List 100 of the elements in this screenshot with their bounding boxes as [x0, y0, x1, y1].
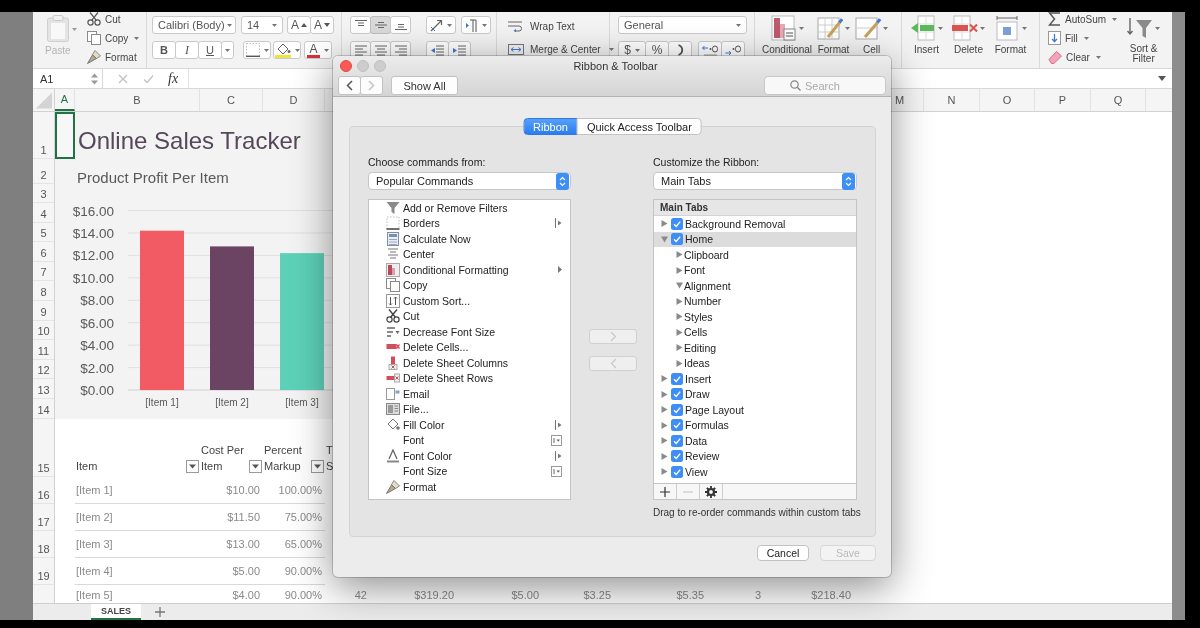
- show-all-button[interactable]: Show All: [391, 76, 458, 95]
- column-header[interactable]: B: [75, 89, 200, 111]
- tree-item[interactable]: Draw: [654, 386, 856, 402]
- row-header[interactable]: 2: [33, 159, 54, 184]
- command-item[interactable]: Center: [369, 246, 570, 262]
- vertical-align-button[interactable]: [390, 16, 411, 34]
- merge-center-button[interactable]: Merge & Center: [508, 42, 614, 56]
- command-item[interactable]: Font Color: [369, 448, 570, 464]
- row-header[interactable]: 11: [33, 340, 54, 360]
- triangle-right-icon[interactable]: [676, 328, 683, 336]
- triangle-right-icon[interactable]: [676, 297, 683, 305]
- row-header[interactable]: 19: [33, 557, 54, 585]
- row-header[interactable]: 8: [33, 281, 54, 301]
- checkbox[interactable]: [671, 217, 683, 230]
- autosum-button[interactable]: AutoSum: [1048, 12, 1118, 26]
- caret-icon[interactable]: [1158, 76, 1166, 81]
- insert-button[interactable]: Insert: [910, 15, 943, 68]
- column-header[interactable]: Q: [1091, 89, 1146, 111]
- tree-item[interactable]: Font: [654, 262, 856, 278]
- row-header[interactable]: 4: [33, 203, 54, 223]
- wrap-text-button[interactable]: Wrap Text: [508, 19, 575, 33]
- tree-item[interactable]: Formulas: [654, 417, 856, 433]
- triangle-right-icon[interactable]: [661, 390, 668, 398]
- commands-dropdown[interactable]: Popular Commands: [368, 172, 571, 190]
- row-header[interactable]: 10: [33, 320, 54, 341]
- cut-button[interactable]: Cut: [87, 12, 121, 26]
- triangle-right-icon[interactable]: [661, 406, 668, 414]
- clear-button[interactable]: Clear: [1048, 50, 1101, 64]
- selected-cell[interactable]: [55, 112, 75, 159]
- command-item[interactable]: Copy: [369, 277, 570, 293]
- underline-menu-button[interactable]: [221, 41, 234, 59]
- tree-item[interactable]: Background Removal: [654, 216, 856, 232]
- tree-item[interactable]: Clipboard: [654, 247, 856, 263]
- cancel-button[interactable]: Cancel: [757, 545, 809, 561]
- insert-function-button[interactable]: fx: [166, 70, 181, 87]
- filter-dropdown-icon[interactable]: [311, 460, 324, 473]
- shrink-font-button[interactable]: A: [310, 16, 334, 34]
- triangle-right-icon[interactable]: [676, 359, 683, 367]
- row-header[interactable]: 5: [33, 222, 54, 243]
- italic-button[interactable]: I: [175, 41, 199, 59]
- command-item[interactable]: Custom Sort...: [369, 293, 570, 309]
- filter-dropdown-icon[interactable]: [249, 460, 262, 473]
- triangle-right-icon[interactable]: [661, 468, 668, 476]
- search-field[interactable]: Search: [764, 76, 886, 95]
- column-header[interactable]: O: [980, 89, 1035, 111]
- underline-button[interactable]: U: [198, 41, 222, 59]
- row-header[interactable]: 7: [33, 261, 54, 282]
- row-header[interactable]: 13: [33, 379, 54, 399]
- triangle-right-icon[interactable]: [676, 251, 683, 259]
- command-item[interactable]: Email: [369, 386, 570, 402]
- checkbox[interactable]: [671, 465, 683, 478]
- bold-button[interactable]: B: [152, 41, 176, 59]
- command-item[interactable]: Font: [369, 432, 570, 448]
- checkbox[interactable]: [671, 419, 683, 432]
- command-item[interactable]: Cut: [369, 308, 570, 324]
- row-header[interactable]: 9: [33, 300, 54, 321]
- command-item[interactable]: Delete Sheet Columns: [369, 355, 570, 371]
- triangle-down-icon[interactable]: [661, 235, 668, 243]
- sort-filter-button[interactable]: Sort & Filter: [1127, 12, 1161, 68]
- cell-styles-button[interactable]: Cell: [855, 15, 889, 68]
- tree-item[interactable]: Home: [654, 231, 856, 247]
- fill-button[interactable]: Fill: [1048, 31, 1089, 45]
- checkmark-icon[interactable]: [143, 73, 154, 84]
- row-header[interactable]: 18: [33, 530, 54, 558]
- row-header[interactable]: 15: [33, 418, 54, 477]
- triangle-right-icon[interactable]: [661, 220, 668, 228]
- tree-item[interactable]: Review: [654, 448, 856, 464]
- tree-item[interactable]: Data: [654, 433, 856, 449]
- tree-item[interactable]: View: [654, 464, 856, 480]
- checkbox[interactable]: [671, 233, 683, 246]
- command-item[interactable]: Delete Sheet Rows: [369, 370, 570, 386]
- row-header[interactable]: 12: [33, 359, 54, 380]
- tree-item[interactable]: Alignment: [654, 278, 856, 294]
- tree-item[interactable]: Page Layout: [654, 402, 856, 418]
- triangle-right-icon[interactable]: [676, 266, 683, 274]
- triangle-down-icon[interactable]: [676, 282, 683, 290]
- tree-item[interactable]: Cells: [654, 324, 856, 340]
- checkbox[interactable]: [671, 450, 683, 463]
- command-item[interactable]: Format: [369, 479, 570, 495]
- column-header[interactable]: C: [200, 89, 263, 111]
- command-item[interactable]: Borders: [369, 215, 570, 231]
- borders-button[interactable]: [243, 41, 271, 59]
- font-size-dropdown[interactable]: 14: [241, 16, 283, 34]
- checkbox[interactable]: [671, 372, 683, 385]
- triangle-right-icon[interactable]: [661, 375, 668, 383]
- row-header[interactable]: 6: [33, 242, 54, 262]
- delete-button[interactable]: Delete: [952, 15, 985, 68]
- tree-item[interactable]: Styles: [654, 309, 856, 325]
- column-header[interactable]: M: [892, 89, 924, 111]
- plus-icon[interactable]: [155, 607, 165, 617]
- triangle-right-icon[interactable]: [661, 452, 668, 460]
- checkbox[interactable]: [671, 403, 683, 416]
- text-direction-button[interactable]: [461, 16, 491, 34]
- format-button[interactable]: Format: [994, 15, 1027, 68]
- vertical-align-button[interactable]: [370, 16, 391, 34]
- row-header[interactable]: 16: [33, 476, 54, 504]
- command-item[interactable]: Fill Color: [369, 417, 570, 433]
- orientation-button[interactable]: [426, 16, 456, 34]
- font-color-button[interactable]: A: [304, 41, 332, 59]
- column-header[interactable]: P: [1035, 89, 1091, 111]
